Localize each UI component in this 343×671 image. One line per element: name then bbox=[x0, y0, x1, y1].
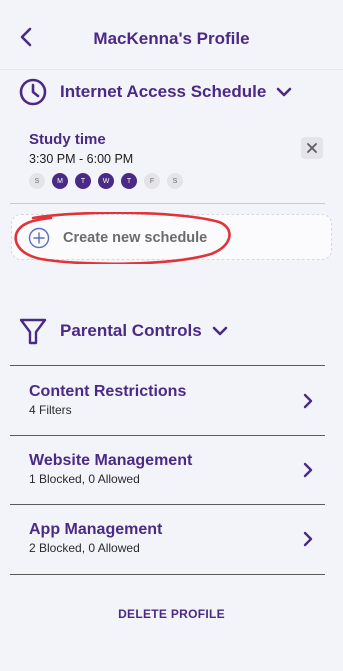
day-chip: M bbox=[52, 173, 68, 189]
content-restrictions-item[interactable]: Content Restrictions 4 Filters bbox=[29, 383, 325, 417]
item-subtitle: 4 Filters bbox=[29, 403, 72, 417]
item-subtitle: 1 Blocked, 0 Allowed bbox=[29, 472, 140, 486]
internet-access-title: Internet Access Schedule bbox=[60, 82, 267, 101]
chevron-down-icon bbox=[276, 87, 292, 97]
divider bbox=[10, 574, 325, 575]
schedule-item[interactable]: Study time 3:30 PM - 6:00 PM SMTWTFS bbox=[29, 131, 329, 189]
schedule-days: SMTWTFS bbox=[29, 173, 329, 189]
day-chip: F bbox=[144, 173, 160, 189]
close-icon bbox=[307, 143, 317, 153]
chevron-down-icon bbox=[212, 326, 228, 336]
divider bbox=[10, 504, 325, 505]
item-title: Content Restrictions bbox=[29, 383, 187, 400]
chevron-right-icon bbox=[303, 393, 313, 409]
app-management-item[interactable]: App Management 2 Blocked, 0 Allowed bbox=[29, 521, 325, 555]
day-chip: T bbox=[75, 173, 91, 189]
item-title: App Management bbox=[29, 521, 163, 538]
chevron-right-icon bbox=[303, 462, 313, 478]
item-title: Website Management bbox=[29, 452, 193, 469]
parental-controls-title: Parental Controls bbox=[60, 321, 202, 340]
schedule-time: 3:30 PM - 6:00 PM bbox=[29, 152, 134, 166]
parental-controls-section-header[interactable]: Parental Controls bbox=[18, 314, 228, 348]
clock-icon bbox=[19, 78, 47, 106]
internet-access-section-header[interactable]: Internet Access Schedule bbox=[18, 75, 292, 109]
annotation-circle bbox=[14, 212, 231, 264]
page-title: MacKenna's Profile bbox=[93, 29, 250, 48]
day-chip: T bbox=[121, 173, 137, 189]
delete-profile-button[interactable]: DELETE PROFILE bbox=[0, 607, 343, 621]
divider bbox=[10, 435, 325, 436]
website-management-item[interactable]: Website Management 1 Blocked, 0 Allowed bbox=[29, 452, 325, 486]
divider bbox=[10, 203, 325, 204]
funnel-icon bbox=[19, 318, 47, 345]
header: MacKenna's Profile bbox=[0, 0, 343, 70]
remove-schedule-button[interactable] bbox=[301, 137, 323, 159]
day-chip: S bbox=[29, 173, 45, 189]
day-chip: S bbox=[167, 173, 183, 189]
day-chip: W bbox=[98, 173, 114, 189]
item-subtitle: 2 Blocked, 0 Allowed bbox=[29, 541, 140, 555]
divider bbox=[10, 365, 325, 366]
schedule-name: Study time bbox=[29, 131, 106, 148]
chevron-right-icon bbox=[303, 531, 313, 547]
